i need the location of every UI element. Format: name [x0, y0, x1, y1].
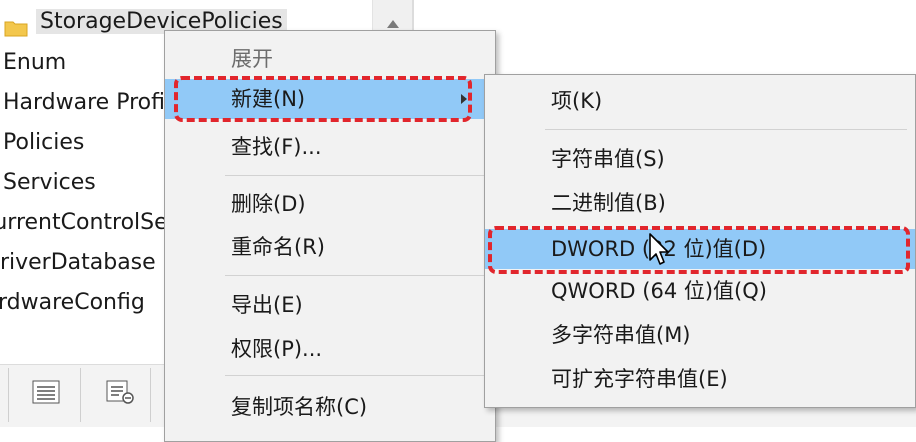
submenu-item-multi-string-value[interactable]: 多字符串值(M)	[485, 315, 915, 355]
tree-item-policies[interactable]: Policies	[3, 123, 84, 163]
divider	[80, 368, 81, 422]
menu-separator	[545, 129, 907, 130]
submenu-item-string-value[interactable]: 字符串值(S)	[485, 139, 915, 179]
details-view-icon[interactable]	[104, 378, 136, 406]
tree-item-hardwareconfig[interactable]: HardwareConfig	[0, 283, 145, 323]
chevron-right-icon	[461, 94, 467, 104]
divider	[8, 368, 9, 422]
menu-item-export[interactable]: 导出(E)	[165, 285, 495, 325]
menu-item-label: 导出(E)	[231, 293, 303, 317]
tree-item-driverdatabase[interactable]: DriverDatabase	[0, 243, 156, 283]
tree-item-services[interactable]: Services	[3, 163, 96, 203]
tree-item-label: DriverDatabase	[0, 250, 156, 275]
menu-item-find[interactable]: 查找(F)...	[165, 127, 495, 167]
tree-item-label: Services	[3, 170, 96, 195]
submenu-item-key[interactable]: 项(K)	[485, 81, 915, 121]
menu-item-rename[interactable]: 重命名(R)	[165, 227, 495, 267]
menu-item-label: 复制项名称(C)	[231, 395, 368, 419]
tree-item-label: Policies	[3, 130, 85, 155]
tree-item-label: CurrentControlSet	[0, 210, 177, 235]
menu-item-label: 字符串值(S)	[551, 147, 665, 171]
submenu-item-qword-value[interactable]: QWORD (64 位)值(Q)	[485, 271, 915, 311]
folder-icon	[4, 11, 28, 37]
menu-item-permissions[interactable]: 权限(P)...	[165, 329, 495, 369]
menu-item-label: 重命名(R)	[231, 235, 325, 259]
menu-item-label: 新建(N)	[231, 87, 306, 111]
menu-item-label: 项(K)	[551, 89, 603, 113]
menu-separator	[225, 375, 487, 376]
submenu-item-binary-value[interactable]: 二进制值(B)	[485, 183, 915, 223]
menu-item-expand[interactable]: 展开	[165, 39, 495, 79]
menu-item-label: 展开	[231, 47, 273, 71]
tree-item-label: HardwareConfig	[0, 290, 145, 315]
menu-item-label: 权限(P)...	[231, 337, 323, 361]
menu-item-copy-key-name[interactable]: 复制项名称(C)	[165, 387, 495, 427]
menu-item-new[interactable]: 新建(N)	[165, 79, 495, 119]
scroll-up-icon[interactable]	[387, 20, 399, 28]
menu-item-label: 多字符串值(M)	[551, 323, 691, 347]
menu-separator	[225, 175, 487, 176]
mouse-pointer-icon	[648, 232, 672, 270]
new-submenu: 项(K) 字符串值(S) 二进制值(B) DWORD (32 位)值(D) QW…	[484, 74, 916, 408]
tree-item-currentcontrolset[interactable]: CurrentControlSet	[0, 203, 176, 243]
tree-item-label: Enum	[3, 50, 67, 75]
menu-item-label: 可扩充字符串值(E)	[551, 367, 728, 391]
tree-item-enum[interactable]: Enum	[3, 43, 66, 83]
menu-separator	[225, 275, 487, 276]
menu-item-delete[interactable]: 删除(D)	[165, 184, 495, 224]
list-view-icon[interactable]	[30, 378, 62, 406]
submenu-item-dword-value[interactable]: DWORD (32 位)值(D)	[485, 229, 915, 269]
menu-item-label: QWORD (64 位)值(Q)	[551, 279, 767, 303]
menu-item-label: 删除(D)	[231, 192, 306, 216]
context-menu: 展开 新建(N) 查找(F)... 删除(D) 重命名(R) 导出(E) 权限(…	[164, 30, 496, 442]
divider	[150, 368, 151, 422]
menu-item-label: 二进制值(B)	[551, 191, 666, 215]
menu-item-label: 查找(F)...	[231, 135, 322, 159]
submenu-item-expandable-string-value[interactable]: 可扩充字符串值(E)	[485, 359, 915, 399]
